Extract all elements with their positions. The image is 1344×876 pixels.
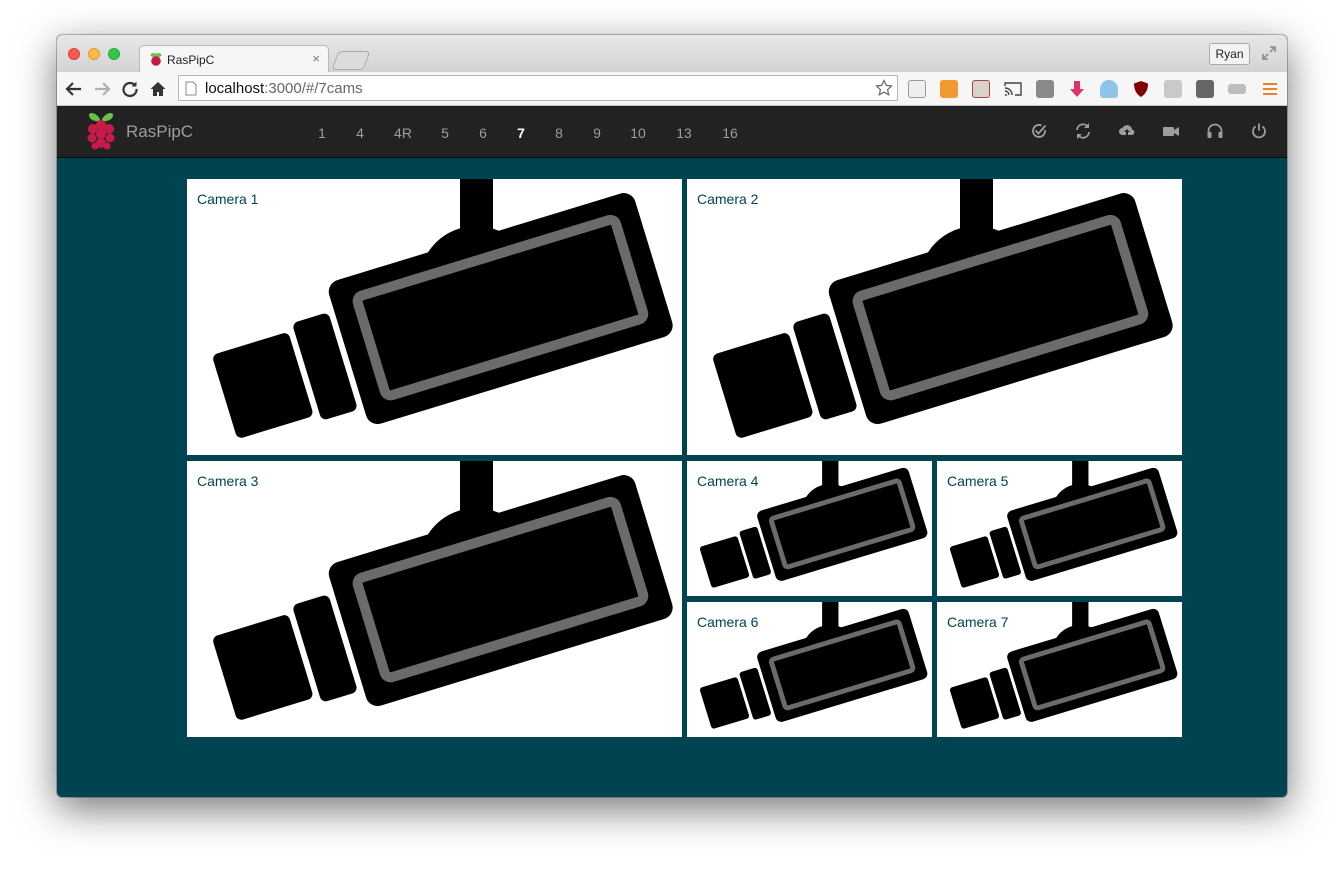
camera-label: Camera 5 xyxy=(947,473,1009,489)
cloud-upload-icon[interactable] xyxy=(1118,122,1136,140)
brand-name[interactable]: RasPipC xyxy=(126,122,193,142)
camera-tile[interactable]: Camera 5 xyxy=(937,461,1182,596)
clipboard-extension-icon[interactable] xyxy=(972,80,990,98)
browser-toolbar: localhost:3000/#/7cams xyxy=(57,72,1287,106)
camera-label: Camera 6 xyxy=(697,614,759,630)
puzzle-extension-icon[interactable] xyxy=(940,80,958,98)
layout-link-9[interactable]: 9 xyxy=(580,125,614,141)
camera-label: Camera 7 xyxy=(947,614,1009,630)
minimize-window-button[interactable] xyxy=(88,48,100,60)
video-camera-icon[interactable] xyxy=(1162,122,1180,140)
camera-label: Camera 4 xyxy=(697,473,759,489)
layout-link-4r[interactable]: 4R xyxy=(386,125,420,141)
camera-tile[interactable]: Camera 2 xyxy=(687,179,1182,455)
url-text: localhost:3000/#/7cams xyxy=(205,80,363,97)
forward-icon[interactable] xyxy=(93,80,111,98)
ghostery-icon[interactable] xyxy=(1100,80,1118,98)
address-bar[interactable]: localhost:3000/#/7cams xyxy=(178,75,898,101)
camera-label: Camera 1 xyxy=(197,191,259,207)
profile-button[interactable]: Ryan xyxy=(1209,43,1250,65)
layout-link-1[interactable]: 1 xyxy=(305,125,339,141)
headphones-icon[interactable] xyxy=(1206,122,1224,140)
home-icon[interactable] xyxy=(149,80,167,98)
layout-link-4[interactable]: 4 xyxy=(343,125,377,141)
camera-tile[interactable]: Camera 4 xyxy=(687,461,932,596)
browser-tab[interactable]: RasPipC × xyxy=(139,45,329,72)
close-window-button[interactable] xyxy=(68,48,80,60)
copy-extension-icon[interactable] xyxy=(1164,80,1182,98)
raspberry-pi-logo xyxy=(87,112,115,150)
back-icon[interactable] xyxy=(65,80,83,98)
camera-tile[interactable]: Camera 3 xyxy=(187,461,682,737)
layout-link-13[interactable]: 13 xyxy=(667,125,701,141)
layout-link-8[interactable]: 8 xyxy=(542,125,576,141)
camera-tile[interactable]: Camera 6 xyxy=(687,602,932,737)
screenshot-extension-icon[interactable] xyxy=(1196,80,1214,98)
check-circle-icon[interactable] xyxy=(1030,122,1048,140)
cctv-camera-icon xyxy=(187,461,682,737)
layout-link-10[interactable]: 10 xyxy=(621,125,655,141)
cctv-camera-icon xyxy=(187,179,682,455)
fullscreen-icon[interactable] xyxy=(1261,45,1277,61)
cast-icon[interactable] xyxy=(1004,80,1022,98)
tab-close-icon[interactable]: × xyxy=(312,51,320,66)
power-icon[interactable] xyxy=(1250,122,1268,140)
zoom-window-button[interactable] xyxy=(108,48,120,60)
new-tab-button[interactable] xyxy=(331,51,371,70)
camera-tile[interactable]: Camera 7 xyxy=(937,602,1182,737)
tab-title: RasPipC xyxy=(167,53,215,67)
layout-link-5[interactable]: 5 xyxy=(428,125,462,141)
camera-label: Camera 2 xyxy=(697,191,759,207)
layout-link-7[interactable]: 7 xyxy=(504,125,538,141)
page-icon xyxy=(185,81,197,96)
phone-extension-icon[interactable] xyxy=(908,80,926,98)
camera-tile[interactable]: Camera 1 xyxy=(187,179,682,455)
refresh-icon[interactable] xyxy=(1074,122,1092,140)
reload-icon[interactable] xyxy=(121,80,139,98)
bookmark-star-icon[interactable] xyxy=(875,79,893,97)
browser-window: RasPipC × Ryan localhost:3000/#/7cams Ra… xyxy=(57,35,1287,797)
raspberry-favicon-icon xyxy=(150,53,162,66)
ublock-icon[interactable] xyxy=(1132,80,1150,98)
layout-link-6[interactable]: 6 xyxy=(466,125,500,141)
camera-extension-icon[interactable] xyxy=(1228,84,1246,94)
printer-extension-icon[interactable] xyxy=(1036,80,1054,98)
download-arrow-icon[interactable] xyxy=(1068,80,1086,98)
app-navbar: RasPipC 1 4 4R 5 6 7 8 9 10 13 16 xyxy=(57,106,1287,158)
layout-link-16[interactable]: 16 xyxy=(713,125,747,141)
cctv-camera-icon xyxy=(687,179,1182,455)
hamburger-menu-icon[interactable] xyxy=(1263,82,1277,96)
camera-label: Camera 3 xyxy=(197,473,259,489)
tab-strip: RasPipC × Ryan xyxy=(57,35,1287,72)
